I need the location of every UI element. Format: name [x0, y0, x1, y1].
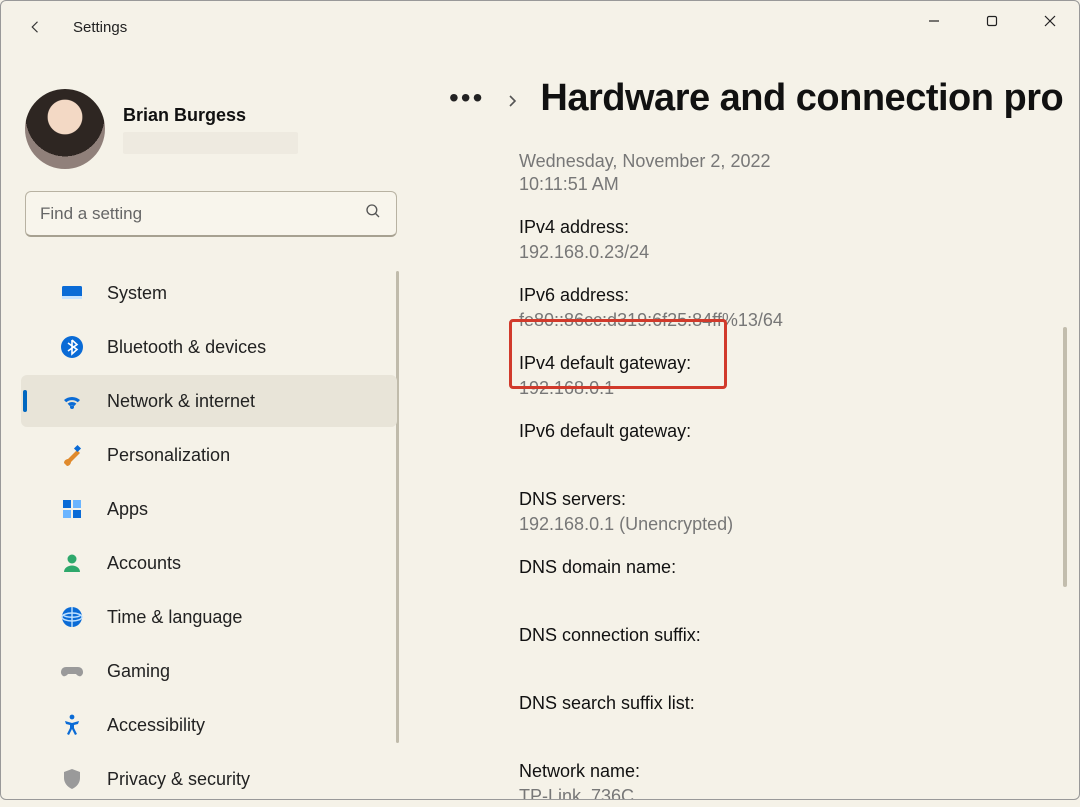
sidebar-item-label: Personalization	[107, 445, 230, 466]
accessibility-icon	[59, 712, 85, 738]
page-title: Hardware and connection pro	[540, 77, 1063, 120]
close-button[interactable]	[1021, 1, 1079, 41]
brush-icon	[59, 442, 85, 468]
sidebar-item-label: Accessibility	[107, 715, 205, 736]
sidebar-item-label: Network & internet	[107, 391, 255, 412]
sidebar-item-accounts[interactable]: Accounts	[21, 537, 397, 589]
ipv4-gateway-label: IPv4 default gateway:	[519, 353, 1067, 374]
minimize-button[interactable]	[905, 1, 963, 41]
bluetooth-icon	[59, 334, 85, 360]
sidebar-item-network[interactable]: Network & internet	[21, 375, 397, 427]
back-button[interactable]	[19, 10, 53, 44]
sidebar-item-system[interactable]: System	[21, 267, 397, 319]
ipv6-gateway-label: IPv6 default gateway:	[519, 421, 1067, 442]
sidebar: Brian Burgess System Bluetooth & devices	[1, 61, 421, 799]
dns-servers-label: DNS servers:	[519, 489, 1067, 510]
avatar	[25, 89, 105, 169]
dns-conn-suffix-label: DNS connection suffix:	[519, 625, 1067, 646]
maximize-button[interactable]	[963, 1, 1021, 41]
dns-domain-label: DNS domain name:	[519, 557, 1067, 578]
account-name: Brian Burgess	[123, 105, 298, 126]
main: ••• Hardware and connection pro Wednesda…	[421, 57, 1069, 799]
sidebar-item-label: Accounts	[107, 553, 181, 574]
network-name-label: Network name:	[519, 761, 1067, 782]
search-input[interactable]	[40, 204, 364, 224]
breadcrumb-more-icon[interactable]: •••	[449, 82, 484, 114]
chevron-right-icon	[506, 95, 518, 107]
system-icon	[59, 280, 85, 306]
network-name-value: TP-Link_736C	[519, 786, 1067, 799]
sidebar-item-label: System	[107, 283, 167, 304]
dns-conn-suffix-value	[519, 650, 1067, 671]
sidebar-item-label: Apps	[107, 499, 148, 520]
content-scrollbar[interactable]	[1063, 327, 1067, 587]
sidebar-item-bluetooth[interactable]: Bluetooth & devices	[21, 321, 397, 373]
account-info: Brian Burgess	[123, 105, 298, 154]
timestamp-date: Wednesday, November 2, 2022	[519, 151, 1067, 172]
sidebar-item-apps[interactable]: Apps	[21, 483, 397, 535]
window-title: Settings	[73, 19, 127, 36]
nav: System Bluetooth & devices Network & int…	[1, 267, 421, 807]
search-box[interactable]	[25, 191, 397, 237]
titlebar: Settings	[1, 1, 1079, 53]
search-icon	[364, 202, 382, 225]
sidebar-item-gaming[interactable]: Gaming	[21, 645, 397, 697]
content: Wednesday, November 2, 2022 10:11:51 AM …	[443, 139, 1067, 799]
globe-icon	[59, 604, 85, 630]
ipv6-address-value: fe80::86cc:d319:6f25:84ff%13/64	[519, 310, 1067, 331]
sidebar-item-label: Privacy & security	[107, 769, 250, 790]
sidebar-item-label: Gaming	[107, 661, 170, 682]
dns-search-suffix-value	[519, 718, 1067, 739]
breadcrumb: ••• Hardware and connection pro	[421, 57, 1069, 139]
sidebar-item-label: Time & language	[107, 607, 242, 628]
timestamp-time: 10:11:51 AM	[519, 174, 1067, 195]
ipv4-address-label: IPv4 address:	[519, 217, 1067, 238]
sidebar-item-label: Bluetooth & devices	[107, 337, 266, 358]
sidebar-item-accessibility[interactable]: Accessibility	[21, 699, 397, 751]
dns-servers-value: 192.168.0.1 (Unencrypted)	[519, 514, 1067, 535]
ipv4-address-value: 192.168.0.23/24	[519, 242, 1067, 263]
dns-domain-value	[519, 582, 1067, 603]
ipv4-gateway-value: 192.168.0.1	[519, 378, 1067, 399]
apps-icon	[59, 496, 85, 522]
person-icon	[59, 550, 85, 576]
account-email-redacted	[123, 132, 298, 154]
wifi-icon	[59, 388, 85, 414]
sidebar-item-time-language[interactable]: Time & language	[21, 591, 397, 643]
dns-search-suffix-label: DNS search suffix list:	[519, 693, 1067, 714]
gaming-icon	[59, 658, 85, 684]
ipv6-address-label: IPv6 address:	[519, 285, 1067, 306]
sidebar-item-personalization[interactable]: Personalization	[21, 429, 397, 481]
window-controls	[905, 1, 1079, 41]
ipv6-gateway-value	[519, 446, 1067, 467]
account-block[interactable]: Brian Burgess	[1, 61, 421, 177]
shield-icon	[59, 766, 85, 792]
sidebar-item-privacy[interactable]: Privacy & security	[21, 753, 397, 805]
